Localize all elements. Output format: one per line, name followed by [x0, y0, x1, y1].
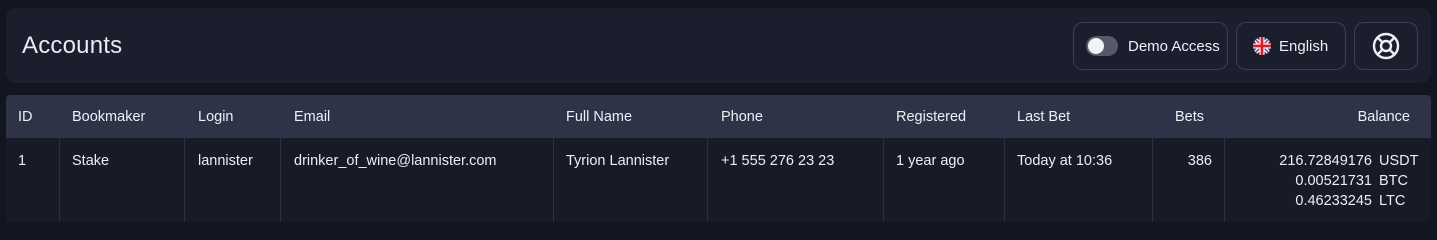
- cell-id: 1: [18, 153, 27, 169]
- column-divider: [707, 138, 708, 222]
- column-header-bets[interactable]: Bets: [1175, 109, 1204, 125]
- column-header-phone[interactable]: Phone: [721, 109, 763, 125]
- accounts-table: ID Bookmaker Login Email Full Name Phone…: [6, 95, 1431, 222]
- uk-flag-icon: [1253, 37, 1271, 55]
- switch-knob: [1088, 38, 1104, 54]
- column-header-bookmaker[interactable]: Bookmaker: [72, 109, 145, 125]
- demo-access-label: Demo Access: [1128, 37, 1220, 55]
- cell-phone: +1 555 276 23 23: [721, 153, 835, 169]
- language-selector-button[interactable]: English: [1236, 22, 1346, 70]
- cell-full-name: Tyrion Lannister: [566, 153, 670, 169]
- cell-email: drinker_of_wine@lannister.com: [294, 153, 497, 169]
- lifebuoy-icon: [1372, 32, 1400, 60]
- column-divider: [553, 138, 554, 222]
- table-header-row: ID Bookmaker Login Email Full Name Phone…: [6, 95, 1431, 138]
- column-divider: [1004, 138, 1005, 222]
- column-header-full-name[interactable]: Full Name: [566, 109, 632, 125]
- demo-access-switch[interactable]: [1086, 36, 1118, 56]
- column-divider: [1152, 138, 1153, 222]
- balance-amount: 0.00521731: [1295, 173, 1372, 189]
- column-divider: [184, 138, 185, 222]
- balance-currency: LTC: [1379, 193, 1406, 209]
- balance-amount: 0.46233245: [1295, 193, 1372, 209]
- cell-registered: 1 year ago: [896, 153, 965, 169]
- column-header-balance[interactable]: Balance: [1358, 109, 1410, 125]
- column-divider: [59, 138, 60, 222]
- cell-login: lannister: [198, 153, 253, 169]
- cell-bets: 386: [1187, 153, 1212, 169]
- cell-bookmaker: Stake: [72, 153, 110, 169]
- column-divider: [280, 138, 281, 222]
- accounts-header: Accounts Demo Access English: [6, 8, 1431, 83]
- help-button[interactable]: [1354, 22, 1418, 70]
- page-title: Accounts: [22, 32, 123, 59]
- column-divider: [1224, 138, 1225, 222]
- balance-currency: USDT: [1379, 153, 1419, 169]
- demo-access-toggle-button[interactable]: Demo Access: [1073, 22, 1228, 70]
- column-header-registered[interactable]: Registered: [896, 109, 966, 125]
- balance-amount: 216.72849176: [1279, 153, 1372, 169]
- column-header-login[interactable]: Login: [198, 109, 233, 125]
- column-header-email[interactable]: Email: [294, 109, 330, 125]
- column-header-last-bet[interactable]: Last Bet: [1017, 109, 1070, 125]
- language-label: English: [1279, 37, 1329, 55]
- cell-last-bet: Today at 10:36: [1017, 153, 1113, 169]
- balance-currency: BTC: [1379, 173, 1408, 189]
- column-header-id[interactable]: ID: [18, 109, 33, 125]
- column-divider: [883, 138, 884, 222]
